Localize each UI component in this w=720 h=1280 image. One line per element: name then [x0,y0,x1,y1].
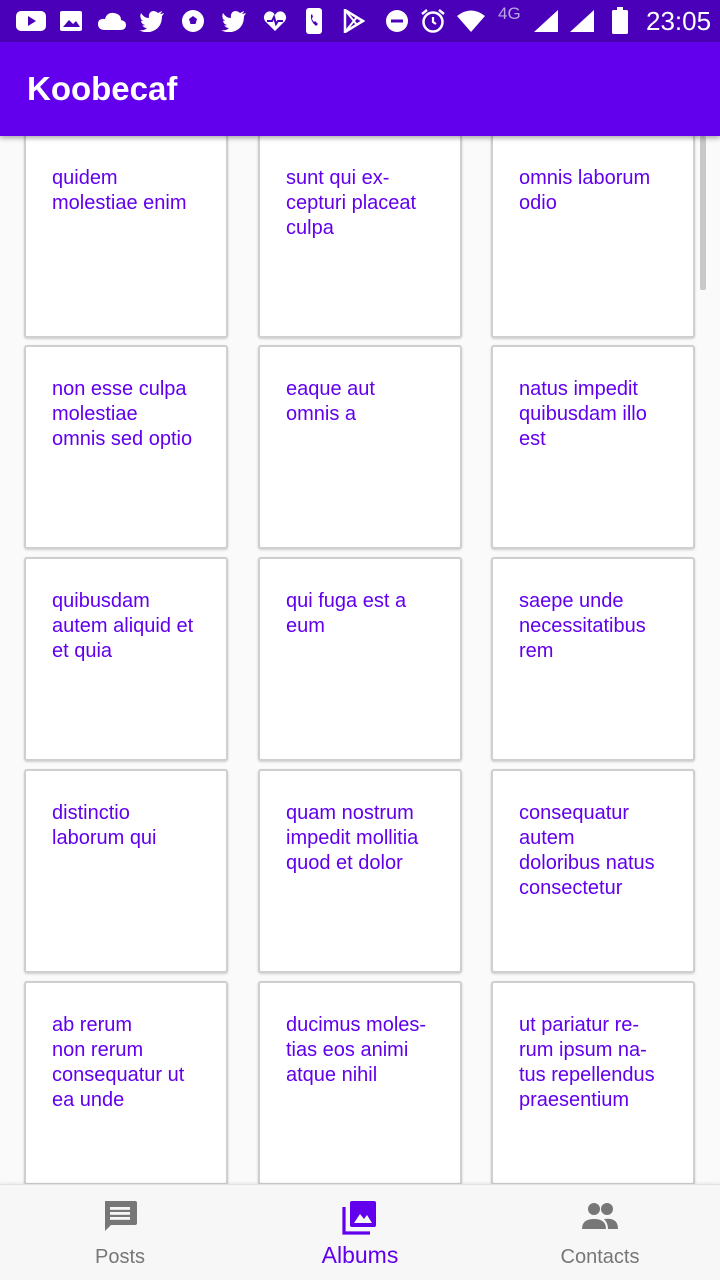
nav-label-posts: Posts [94,1246,146,1268]
album-title: consequatur autem doloribus natus consectet… [519,802,655,899]
album-card[interactable]: omnis laborum odio [491,136,695,338]
network-type-label: 4G [498,4,521,23]
bottom-navigation: Posts Albums Contacts [0,1184,720,1280]
status-bar: 4G 23:05 [0,0,720,42]
album-card[interactable]: quidem molestiae enim [24,136,228,338]
people-icon [582,1203,618,1229]
album-card[interactable]: quam nostrum impedit mollitia quod et dolo… [258,769,462,973]
album-card[interactable]: ab rerum non rerum consequatur ut ea unde [24,981,228,1184]
album-title: omnis laborum odio [519,167,651,214]
alarm-icon [420,7,446,35]
album-card[interactable]: natus impedit quibusdam illo est [491,345,695,549]
album-card[interactable]: quibusdam autem aliquid et et quia [24,557,228,761]
twitter-icon [220,7,248,35]
nav-item-posts[interactable]: Posts [0,1185,240,1280]
cloud-icon [96,7,128,35]
album-card[interactable]: consequatur autem doloribus natus consectet… [491,769,695,973]
album-card[interactable]: distinctio laborum qui [24,769,228,973]
nav-label-contacts: Contacts [560,1246,640,1268]
album-title: quibusdam autem aliquid et et quia [52,590,194,662]
album-card[interactable]: eaque aut omnis a [258,345,462,549]
album-card[interactable]: ducimus moles-tias eos animi atque nihil [258,981,462,1184]
album-title: ducimus moles-tias eos animi atque nihil [286,1014,427,1086]
soccer-icon [180,7,206,35]
album-title: eaque aut omnis a [286,378,375,425]
album-title: ut pariatur re-rum ipsum na-tus repellen… [519,1014,655,1111]
app-bar: Koobecaf [0,42,720,136]
gallery-icon [58,7,84,35]
status-time: 23:05 [646,6,712,36]
youtube-icon [16,7,46,35]
nav-label-albums: Albums [321,1242,399,1268]
do-not-disturb-icon [384,7,410,35]
album-title: ab rerum non rerum consequatur ut ea unde [52,1014,185,1111]
twitter-icon [138,7,166,35]
photo-library-icon [342,1201,376,1235]
wifi-icon [456,7,486,35]
signal-icon [568,7,596,35]
album-title: natus impedit quibusdam illo est [519,378,647,450]
album-title: distinctio laborum qui [52,802,157,849]
album-card[interactable]: non esse culpa molestiae omnis sed optio [24,345,228,549]
scrollbar[interactable] [700,136,706,290]
app-title: Koobecaf [27,70,178,107]
album-title: non esse culpa molestiae omnis sed optio [52,378,193,450]
nav-item-contacts[interactable]: Contacts [480,1185,720,1280]
phone-icon [304,7,324,35]
battery-icon [610,7,630,35]
signal-icon [532,7,560,35]
play-store-icon [342,7,366,35]
album-title: qui fuga est a eum [286,590,407,637]
nav-item-albums[interactable]: Albums [240,1185,480,1280]
album-title: sunt qui ex-cepturi placeat culpa [286,167,417,239]
chat-icon [105,1201,137,1231]
album-title: quidem molestiae enim [52,167,187,214]
album-title: quam nostrum impedit mollitia quod et dolo… [286,802,419,874]
album-card[interactable]: qui fuga est a eum [258,557,462,761]
album-title: saepe unde necessitatibus rem [519,590,646,662]
album-card[interactable]: saepe unde necessitatibus rem [491,557,695,761]
album-card[interactable]: sunt qui ex-cepturi placeat culpa [258,136,462,338]
health-icon [262,7,288,35]
album-card[interactable]: ut pariatur re-rum ipsum na-tus repellen… [491,981,695,1184]
albums-grid[interactable]: quidem molestiae enim sunt qui ex-cepturi … [0,136,720,1184]
